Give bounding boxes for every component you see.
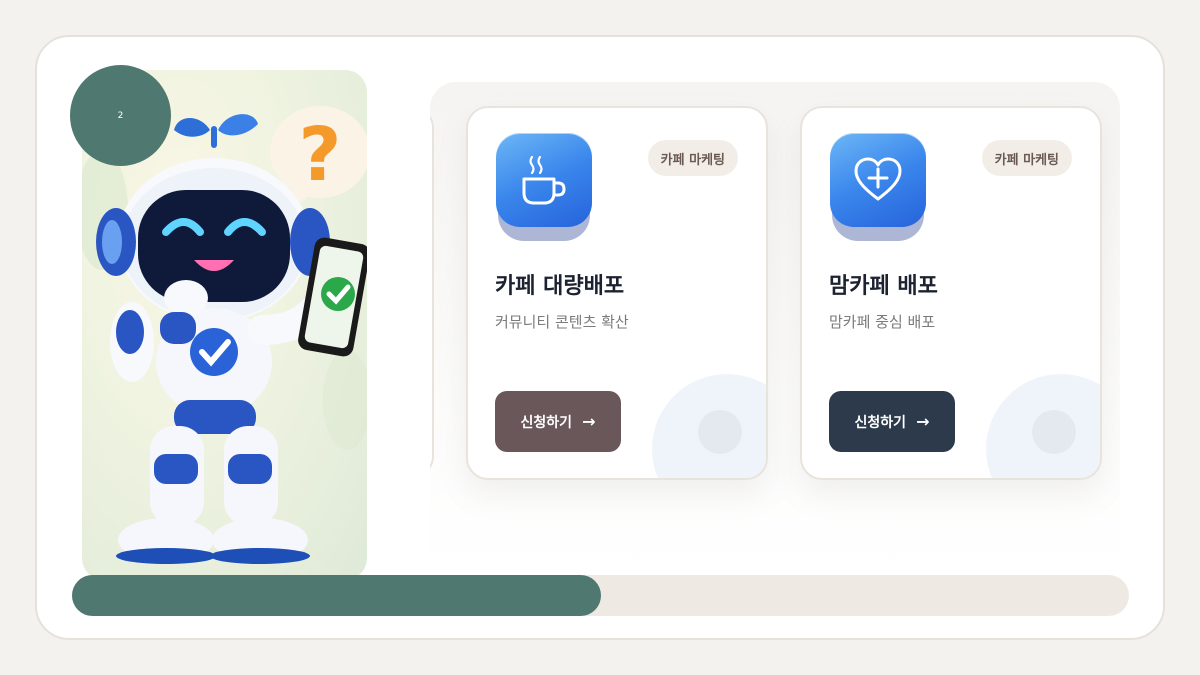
apply-button[interactable]: 신청하기 → <box>829 391 955 452</box>
slide-number-badge: 2 <box>70 65 171 166</box>
slide-progress-fill <box>72 575 601 616</box>
card-title: 맘카페 배포 <box>829 274 938 299</box>
apply-button[interactable]: 신청하기 → <box>495 391 621 452</box>
svg-text:?: ? <box>299 112 342 198</box>
slide-progress-bar <box>72 575 1129 616</box>
arrow-right-icon: → <box>582 412 596 431</box>
heart-plus-icon <box>830 133 926 243</box>
decorative-dot <box>698 410 742 454</box>
card-subtitle: 맘카페 중심 배포 <box>829 313 936 331</box>
card-subtitle: 커뮤니티 콘텐츠 확산 <box>495 313 629 331</box>
apply-button-label: 신청하기 <box>854 414 907 431</box>
service-card-mom-cafe[interactable]: 카페 마케팅 맘카페 배포 맘카페 중심 배포 신청하기 → <box>800 106 1102 480</box>
arrow-right-icon: → <box>916 412 930 431</box>
service-card-cafe-bulk[interactable]: 카페 마케팅 카페 대량배포 커뮤니티 콘텐츠 확산 신청하기 → <box>466 106 768 480</box>
category-tag: 카페 마케팅 <box>981 140 1072 176</box>
service-carousel[interactable]: 카페 마케팅 카페 대량배포 커뮤니티 콘텐츠 확산 신청하기 → 카페 마케팅… <box>430 82 1120 577</box>
category-tag: 카페 마케팅 <box>647 140 738 176</box>
coffee-cup-icon <box>496 133 592 243</box>
apply-button-label: 신청하기 <box>520 414 573 431</box>
decorative-dot <box>1032 410 1076 454</box>
previous-card-peek[interactable] <box>430 106 434 478</box>
card-title: 카페 대량배포 <box>495 274 625 299</box>
